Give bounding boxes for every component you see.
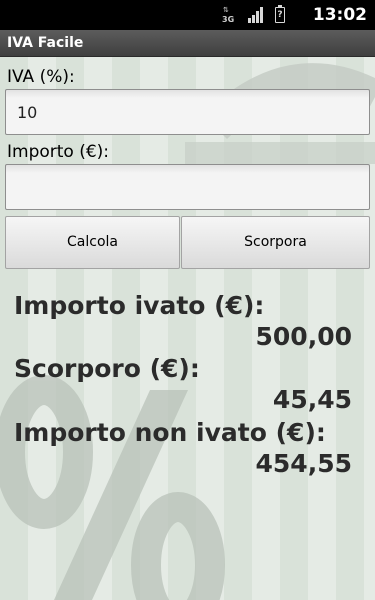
iva-input[interactable] xyxy=(5,89,370,135)
battery-unknown-icon: ? xyxy=(275,5,285,23)
importo-non-ivato-label: Importo non ivato (€): xyxy=(14,418,326,447)
importo-ivato-value: 500,00 xyxy=(255,322,352,351)
iva-label: IVA (%): xyxy=(7,67,75,87)
importo-input[interactable] xyxy=(5,164,370,210)
app-title: IVA Facile xyxy=(7,35,84,51)
scorporo-value: 45,45 xyxy=(272,385,352,414)
scorpora-button[interactable]: Scorpora xyxy=(181,216,370,269)
status-icons: ⇅ 3G ? xyxy=(222,5,285,24)
calcola-button[interactable]: Calcola xyxy=(5,216,180,269)
importo-ivato-label: Importo ivato (€): xyxy=(14,291,265,320)
signal-strength-icon xyxy=(248,7,263,23)
importo-non-ivato-value: 454,55 xyxy=(255,449,352,478)
main-content: IVA (%): Importo (€): Calcola Scorpora I… xyxy=(0,57,375,600)
network-type-label: 3G xyxy=(222,15,235,24)
importo-label: Importo (€): xyxy=(7,142,110,162)
title-bar: IVA Facile xyxy=(0,30,375,57)
status-bar: ⇅ 3G ? 13:02 xyxy=(0,0,375,30)
scorporo-label: Scorporo (€): xyxy=(14,354,200,383)
status-clock: 13:02 xyxy=(312,5,367,25)
network-3g-icon: ⇅ 3G xyxy=(222,6,235,24)
